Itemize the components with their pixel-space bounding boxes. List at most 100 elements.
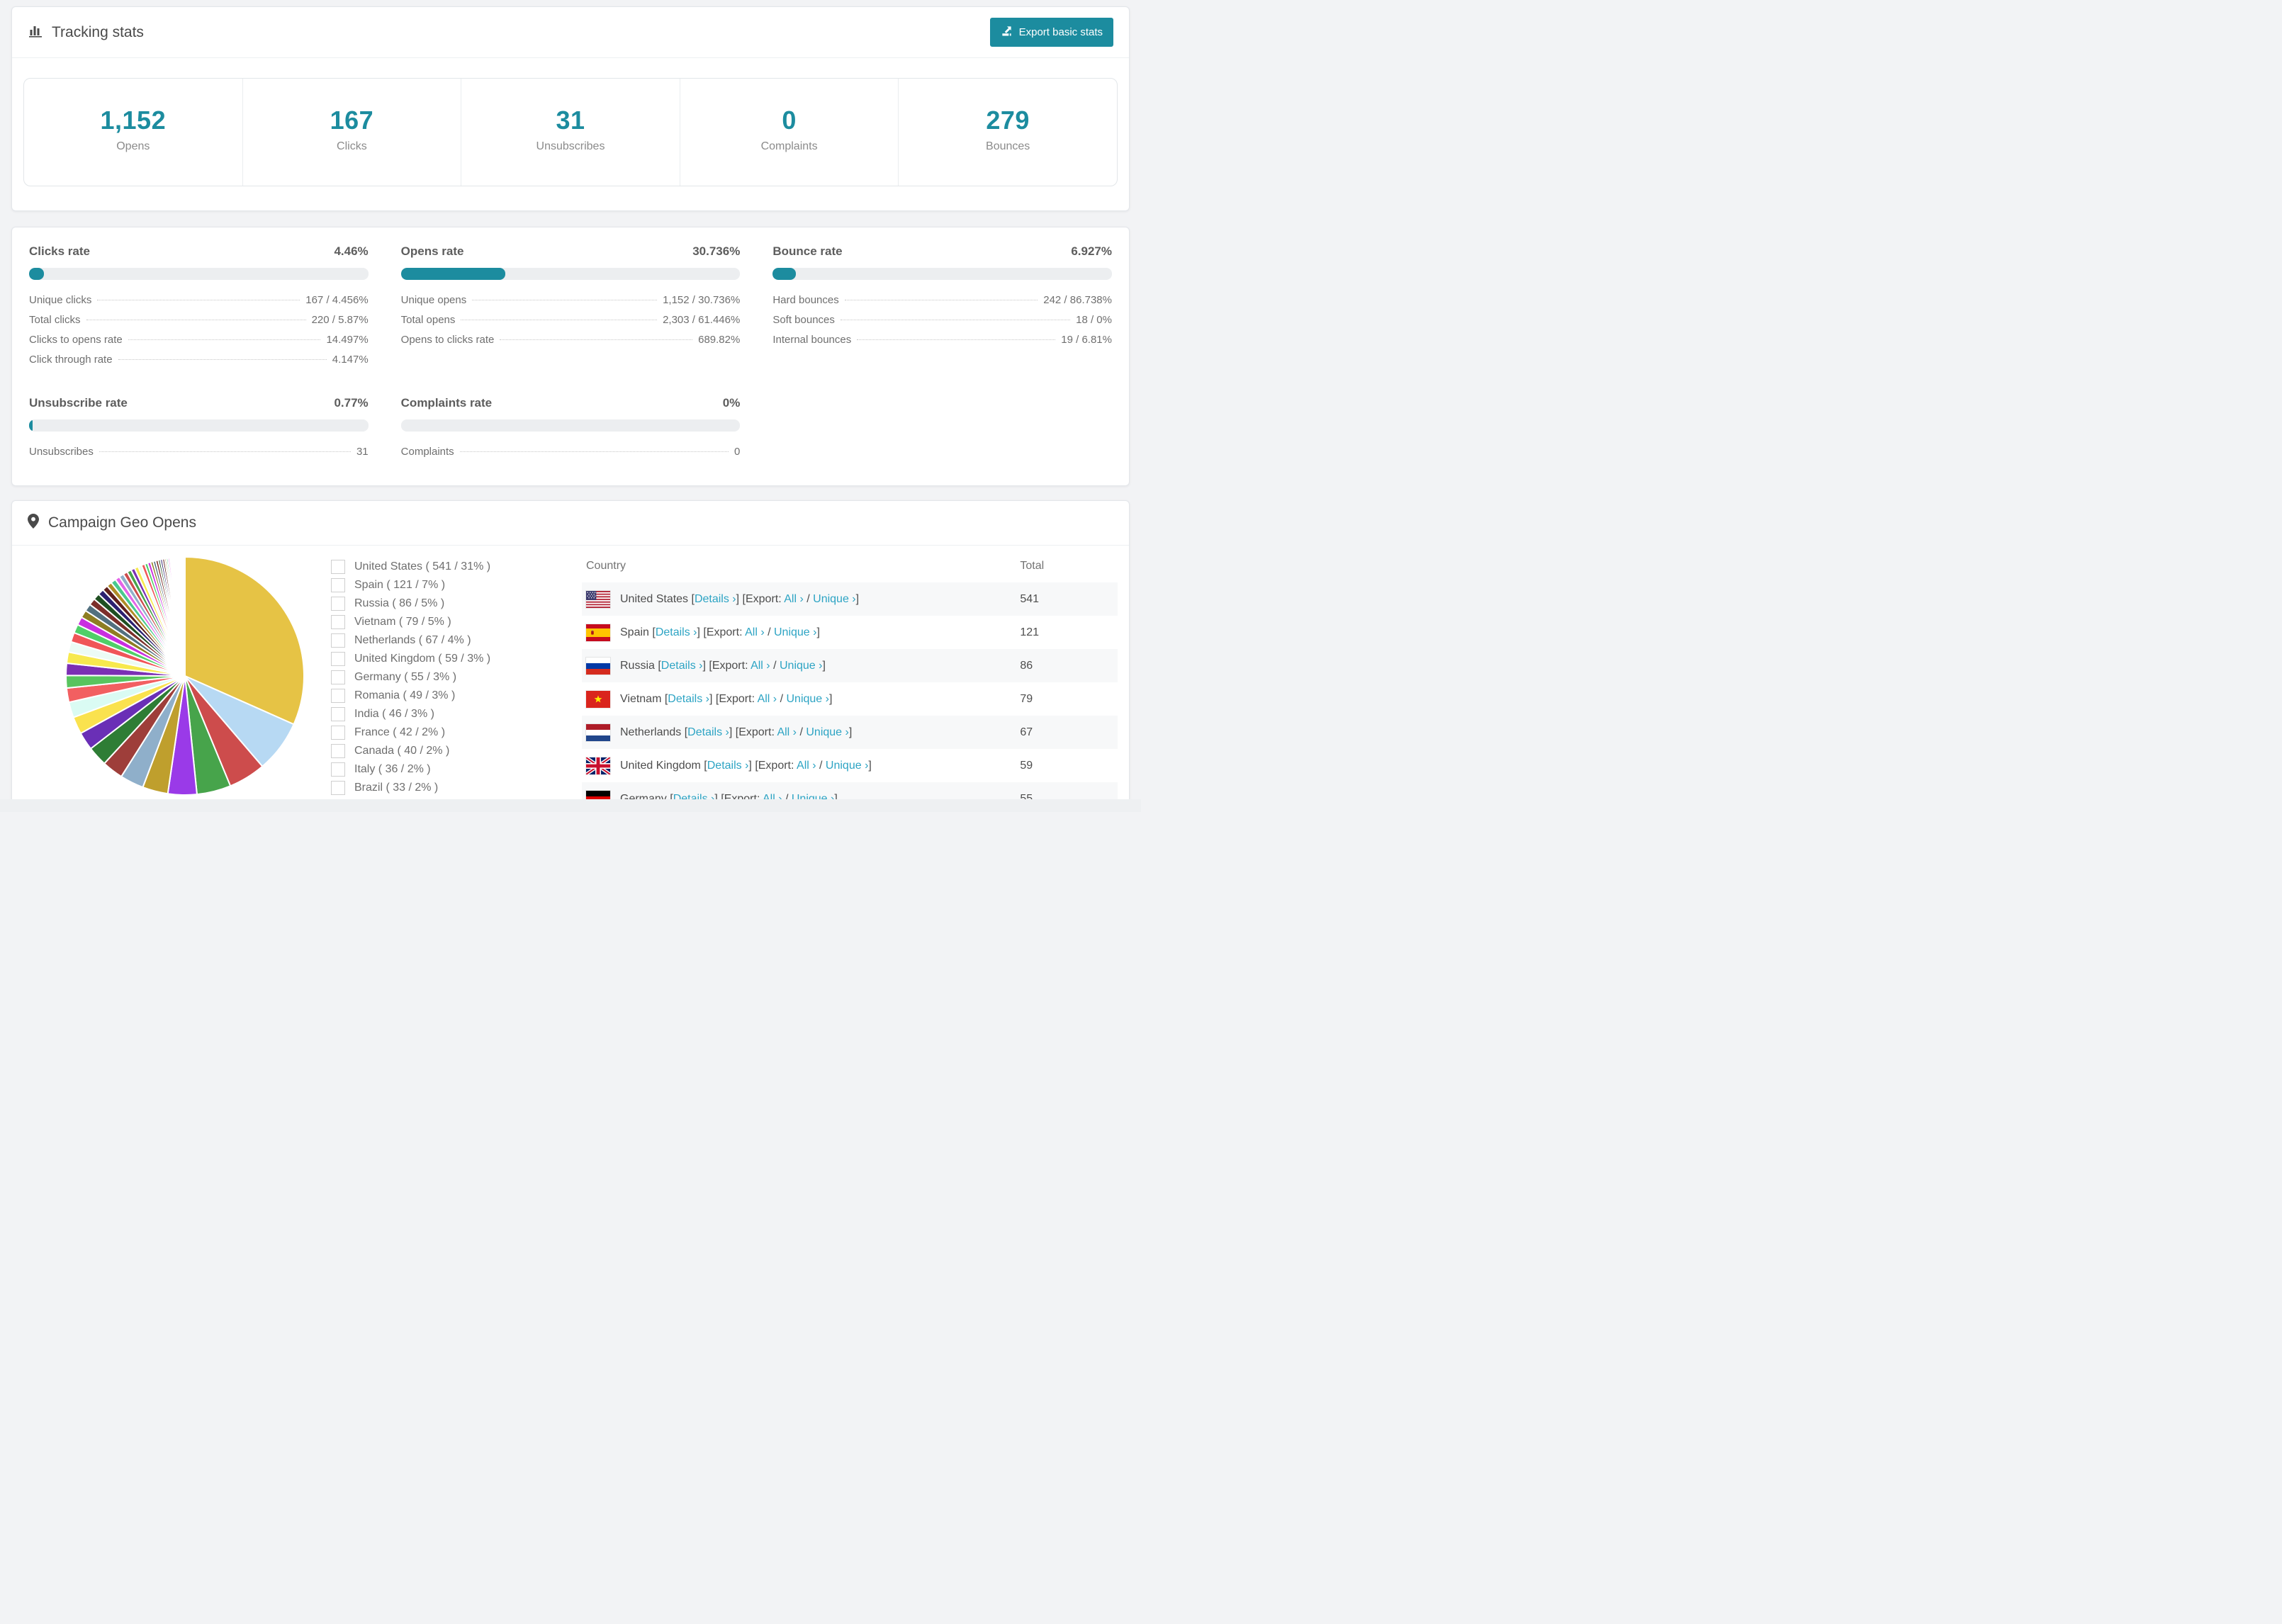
country-cell-content: Vietnam [Details ›] [Export: All › / Uni… bbox=[585, 689, 1011, 709]
export-all-link[interactable]: All › bbox=[751, 660, 770, 672]
summary-cell-complaints: 0 Complaints bbox=[680, 79, 899, 186]
legend-label: Germany ( 55 / 3% ) bbox=[354, 671, 457, 683]
export-unique-link[interactable]: Unique › bbox=[813, 593, 855, 605]
summary-value: 279 bbox=[986, 106, 1030, 135]
country-links: Russia [Details ›] [Export: All › / Uniq… bbox=[620, 660, 826, 672]
bracket-text: ] bbox=[848, 726, 853, 738]
rate-row: Unsubscribes 31 bbox=[29, 446, 369, 466]
country-cell-content: Russia [Details ›] [Export: All › / Uniq… bbox=[585, 656, 1011, 675]
rate-row: Hard bounces 242 / 86.738% bbox=[772, 294, 1112, 314]
legend-item-germany: Germany ( 55 / 3% ) bbox=[331, 670, 490, 684]
rates-card: Clicks rate 4.46% Unique clicks 167 / 4.456… bbox=[11, 227, 1130, 486]
rate-block-bounce-rate: Bounce rate 6.927% Hard bounces 242 / 86.73… bbox=[772, 244, 1112, 373]
export-all-link[interactable]: All › bbox=[784, 593, 804, 605]
country-links: United Kingdom [Details ›] [Export: All … bbox=[620, 760, 872, 772]
country-links: Netherlands [Details ›] [Export: All › /… bbox=[620, 726, 852, 739]
separator-text: / bbox=[764, 626, 774, 638]
rate-block-opens-rate: Opens rate 30.736% Unique opens 1,152 / 30.… bbox=[400, 244, 741, 373]
rate-percent: 4.46% bbox=[334, 244, 369, 258]
rates-grid: Clicks rate 4.46% Unique clicks 167 / 4.456… bbox=[29, 244, 1112, 466]
total-cell: 59 bbox=[1020, 759, 1033, 772]
details-link[interactable]: Details › bbox=[661, 660, 703, 672]
rate-title: Bounce rate bbox=[772, 244, 843, 258]
export-unique-link[interactable]: Unique › bbox=[780, 660, 822, 672]
legend-label: Netherlands ( 67 / 4% ) bbox=[354, 634, 471, 646]
rate-percent: 30.736% bbox=[692, 244, 741, 258]
legend-swatch bbox=[331, 578, 345, 592]
details-link[interactable]: Details › bbox=[656, 626, 697, 638]
separator-text: / bbox=[770, 659, 780, 672]
rate-row-label: Total opens bbox=[400, 314, 456, 326]
export-all-link[interactable]: All › bbox=[777, 726, 797, 738]
rate-row: Total opens 2,303 / 61.446% bbox=[401, 314, 741, 334]
rate-rows: Unsubscribes 31 bbox=[29, 446, 369, 466]
legend-label: United States ( 541 / 31% ) bbox=[354, 560, 491, 573]
export-all-link[interactable]: All › bbox=[745, 626, 765, 638]
page-title: Tracking stats bbox=[52, 23, 144, 40]
legend-item-vietnam: Vietnam ( 79 / 5% ) bbox=[331, 615, 490, 629]
rate-row-value: 18 / 0% bbox=[1076, 314, 1112, 326]
export-unique-link[interactable]: Unique › bbox=[806, 726, 848, 738]
rate-row-value: 689.82% bbox=[698, 334, 741, 346]
geo-opens-body: United States ( 541 / 31% ) Spain ( 121 /… bbox=[12, 546, 1129, 806]
bar-chart-icon bbox=[28, 23, 43, 42]
export-unique-link[interactable]: Unique › bbox=[826, 760, 868, 772]
country-links: Vietnam [Details ›] [Export: All › / Uni… bbox=[620, 693, 832, 706]
tracking-stats-header: Tracking stats Export basic stats bbox=[12, 7, 1129, 58]
summary-box: 1,152 Opens 167 Clicks 31 Unsubscribes 0 Compla… bbox=[23, 78, 1118, 186]
rate-row-label: Unique clicks bbox=[29, 294, 92, 306]
country-column-header: Country bbox=[586, 560, 626, 572]
flag-netherlands bbox=[585, 723, 611, 742]
rate-row: Soft bounces 18 / 0% bbox=[772, 314, 1112, 334]
legend-swatch bbox=[331, 744, 345, 758]
details-link[interactable]: Details › bbox=[707, 760, 749, 772]
rate-row-value: 220 / 5.87% bbox=[311, 314, 369, 326]
rate-row-value: 4.147% bbox=[332, 354, 369, 366]
geo-table-row-netherlands: Netherlands [Details ›] [Export: All › /… bbox=[582, 716, 1118, 749]
rate-progress-track bbox=[29, 268, 369, 280]
export-all-link[interactable]: All › bbox=[797, 760, 816, 772]
country-cell-content: Netherlands [Details ›] [Export: All › /… bbox=[585, 723, 1011, 742]
legend-swatch bbox=[331, 689, 345, 703]
country-name: United Kingdom [ bbox=[620, 759, 707, 772]
dotted-leader bbox=[128, 339, 321, 340]
dotted-leader bbox=[459, 451, 729, 452]
legend-label: United Kingdom ( 59 / 3% ) bbox=[354, 653, 491, 665]
country-name: Spain [ bbox=[620, 626, 656, 638]
summary-section: 1,152 Opens 167 Clicks 31 Unsubscribes 0 Compla… bbox=[12, 58, 1129, 210]
rate-title: Clicks rate bbox=[29, 244, 90, 258]
page-bottom-band bbox=[0, 799, 1141, 812]
country-name: United States [ bbox=[620, 592, 695, 605]
country-cell: Netherlands [Details ›] [Export: All › /… bbox=[582, 716, 1016, 749]
rate-progress-fill bbox=[772, 268, 797, 280]
details-link[interactable]: Details › bbox=[687, 726, 729, 738]
dotted-leader bbox=[500, 339, 693, 340]
rate-rows: Complaints 0 bbox=[401, 446, 741, 466]
legend-item-romania: Romania ( 49 / 3% ) bbox=[331, 689, 490, 703]
details-link[interactable]: Details › bbox=[695, 593, 736, 605]
total-cell: 541 bbox=[1020, 592, 1040, 605]
export-all-link[interactable]: All › bbox=[758, 693, 777, 705]
summary-cell-unsubscribes: 31 Unsubscribes bbox=[461, 79, 680, 186]
rate-row-value: 1,152 / 30.736% bbox=[663, 294, 741, 306]
export-button-label: Export basic stats bbox=[1018, 26, 1103, 38]
details-link[interactable]: Details › bbox=[668, 693, 709, 705]
export-unique-link[interactable]: Unique › bbox=[786, 693, 828, 705]
rate-progress-fill bbox=[29, 268, 45, 280]
legend-label: Romania ( 49 / 3% ) bbox=[354, 689, 456, 701]
dotted-leader bbox=[118, 359, 327, 360]
geo-opens-header: Campaign Geo Opens bbox=[12, 501, 1129, 546]
summary-cell-bounces: 279 Bounces bbox=[899, 79, 1117, 186]
flag-vietnam bbox=[585, 689, 611, 709]
legend-swatch bbox=[331, 707, 345, 721]
bracket-text: ] bbox=[868, 759, 872, 772]
geo-table-header-row: Country Total bbox=[582, 550, 1118, 582]
geo-pie-legend: United States ( 541 / 31% ) Spain ( 121 /… bbox=[331, 560, 491, 806]
legend-swatch bbox=[331, 762, 345, 777]
pie-slice-other[interactable] bbox=[184, 556, 186, 677]
export-unique-link[interactable]: Unique › bbox=[774, 626, 816, 638]
export-basic-stats-button[interactable]: Export basic stats bbox=[989, 18, 1113, 47]
flag-spain bbox=[585, 623, 611, 642]
rate-row-label: Click through rate bbox=[29, 354, 113, 366]
rate-title: Complaints rate bbox=[400, 396, 493, 410]
